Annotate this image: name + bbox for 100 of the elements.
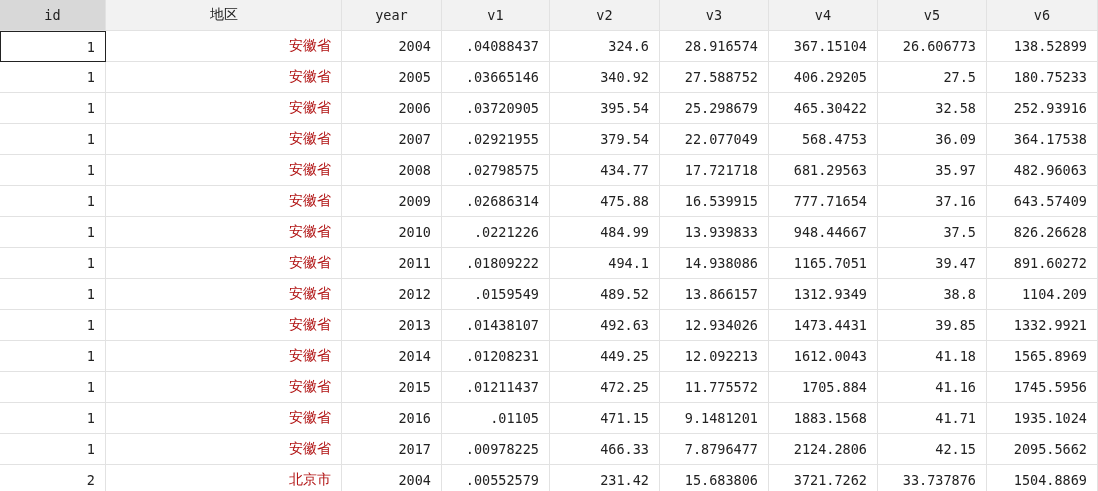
table-cell[interactable]: 1705.884 — [769, 372, 878, 403]
table-cell[interactable]: 568.4753 — [769, 124, 878, 155]
table-cell[interactable]: .0159549 — [442, 279, 550, 310]
table-cell[interactable]: 36.09 — [878, 124, 987, 155]
table-cell[interactable]: 安徽省 — [106, 155, 342, 186]
table-cell[interactable]: 22.077049 — [660, 124, 769, 155]
table-cell[interactable]: .01211437 — [442, 372, 550, 403]
table-cell[interactable]: 1504.8869 — [987, 465, 1098, 491]
table-cell[interactable]: 1104.209 — [987, 279, 1098, 310]
table-cell[interactable]: 1 — [0, 217, 106, 248]
table-cell[interactable]: .01105 — [442, 403, 550, 434]
table-cell[interactable]: 475.88 — [550, 186, 660, 217]
table-cell[interactable]: 891.60272 — [987, 248, 1098, 279]
table-cell[interactable]: 2095.5662 — [987, 434, 1098, 465]
column-header[interactable]: v3 — [660, 0, 769, 31]
table-cell[interactable]: 1332.9921 — [987, 310, 1098, 341]
table-cell[interactable]: 2017 — [342, 434, 442, 465]
table-cell[interactable]: 2008 — [342, 155, 442, 186]
table-cell[interactable]: 484.99 — [550, 217, 660, 248]
table-cell[interactable]: 471.15 — [550, 403, 660, 434]
table-cell[interactable]: 安徽省 — [106, 248, 342, 279]
table-cell[interactable]: 482.96063 — [987, 155, 1098, 186]
table-cell[interactable]: 948.44667 — [769, 217, 878, 248]
table-cell[interactable]: .03720905 — [442, 93, 550, 124]
table-cell[interactable]: 489.52 — [550, 279, 660, 310]
table-cell[interactable]: 12.092213 — [660, 341, 769, 372]
column-header[interactable]: id — [0, 0, 106, 31]
table-cell[interactable]: .01438107 — [442, 310, 550, 341]
table-cell[interactable]: 安徽省 — [106, 341, 342, 372]
table-cell[interactable]: 2124.2806 — [769, 434, 878, 465]
table-cell[interactable]: 2009 — [342, 186, 442, 217]
table-cell[interactable]: 33.737876 — [878, 465, 987, 491]
table-cell[interactable]: 安徽省 — [106, 403, 342, 434]
table-cell[interactable]: 安徽省 — [106, 31, 342, 62]
table-cell[interactable]: 41.71 — [878, 403, 987, 434]
table-cell[interactable]: 1165.7051 — [769, 248, 878, 279]
table-cell[interactable]: 1312.9349 — [769, 279, 878, 310]
table-cell[interactable]: 北京市 — [106, 465, 342, 491]
table-cell[interactable]: .00978225 — [442, 434, 550, 465]
table-cell[interactable]: 1 — [0, 372, 106, 403]
table-cell[interactable]: 138.52899 — [987, 31, 1098, 62]
table-cell[interactable]: .03665146 — [442, 62, 550, 93]
table-cell[interactable]: 1612.0043 — [769, 341, 878, 372]
table-cell[interactable]: 367.15104 — [769, 31, 878, 62]
table-cell[interactable]: 826.26628 — [987, 217, 1098, 248]
table-cell[interactable]: .02686314 — [442, 186, 550, 217]
table-cell[interactable]: 2013 — [342, 310, 442, 341]
table-cell[interactable]: 465.30422 — [769, 93, 878, 124]
table-cell[interactable]: 492.63 — [550, 310, 660, 341]
table-cell[interactable]: 安徽省 — [106, 310, 342, 341]
table-cell[interactable]: 466.33 — [550, 434, 660, 465]
table-cell[interactable]: 1935.1024 — [987, 403, 1098, 434]
table-cell[interactable]: 2016 — [342, 403, 442, 434]
table-cell[interactable]: 1473.4431 — [769, 310, 878, 341]
table-cell[interactable]: 643.57409 — [987, 186, 1098, 217]
table-cell[interactable]: .01208231 — [442, 341, 550, 372]
table-cell[interactable]: .0221226 — [442, 217, 550, 248]
table-cell[interactable]: 1 — [0, 31, 106, 62]
table-cell[interactable]: 安徽省 — [106, 279, 342, 310]
table-cell[interactable]: 17.721718 — [660, 155, 769, 186]
table-cell[interactable]: 2 — [0, 465, 106, 491]
table-cell[interactable]: 1745.5956 — [987, 372, 1098, 403]
table-cell[interactable]: 安徽省 — [106, 434, 342, 465]
table-cell[interactable]: 1 — [0, 310, 106, 341]
column-header[interactable]: 地区 — [106, 0, 342, 31]
table-cell[interactable]: 42.15 — [878, 434, 987, 465]
table-cell[interactable]: .04088437 — [442, 31, 550, 62]
table-cell[interactable]: 1 — [0, 279, 106, 310]
table-cell[interactable]: 35.97 — [878, 155, 987, 186]
table-cell[interactable]: 1 — [0, 341, 106, 372]
table-cell[interactable]: 41.18 — [878, 341, 987, 372]
table-cell[interactable]: 2005 — [342, 62, 442, 93]
table-cell[interactable]: 安徽省 — [106, 62, 342, 93]
table-cell[interactable]: 27.588752 — [660, 62, 769, 93]
table-cell[interactable]: 37.5 — [878, 217, 987, 248]
table-cell[interactable]: 14.938086 — [660, 248, 769, 279]
table-cell[interactable]: 26.606773 — [878, 31, 987, 62]
table-cell[interactable]: 41.16 — [878, 372, 987, 403]
table-cell[interactable]: 安徽省 — [106, 217, 342, 248]
table-cell[interactable]: 37.16 — [878, 186, 987, 217]
table-cell[interactable]: 494.1 — [550, 248, 660, 279]
table-cell[interactable]: 340.92 — [550, 62, 660, 93]
table-cell[interactable]: 2006 — [342, 93, 442, 124]
table-cell[interactable]: 32.58 — [878, 93, 987, 124]
column-header[interactable]: v6 — [987, 0, 1098, 31]
table-cell[interactable]: 2015 — [342, 372, 442, 403]
table-cell[interactable]: 2014 — [342, 341, 442, 372]
table-cell[interactable]: 27.5 — [878, 62, 987, 93]
table-cell[interactable]: 39.47 — [878, 248, 987, 279]
table-cell[interactable]: 安徽省 — [106, 186, 342, 217]
table-cell[interactable]: 180.75233 — [987, 62, 1098, 93]
table-cell[interactable]: 379.54 — [550, 124, 660, 155]
table-cell[interactable]: 2010 — [342, 217, 442, 248]
table-cell[interactable]: 777.71654 — [769, 186, 878, 217]
table-cell[interactable]: 252.93916 — [987, 93, 1098, 124]
table-cell[interactable]: .01809222 — [442, 248, 550, 279]
table-cell[interactable]: 1 — [0, 62, 106, 93]
column-header[interactable]: year — [342, 0, 442, 31]
table-cell[interactable]: 2004 — [342, 31, 442, 62]
table-cell[interactable]: 1 — [0, 403, 106, 434]
